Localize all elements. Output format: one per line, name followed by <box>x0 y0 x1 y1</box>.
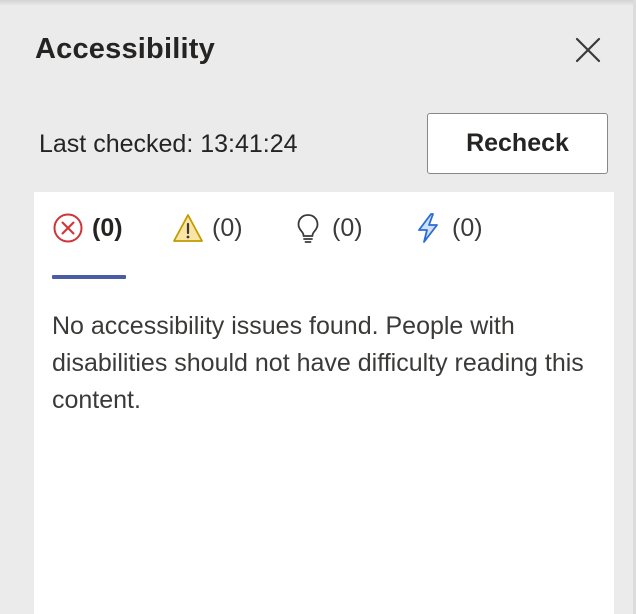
last-checked-text: Last checked: 13:41:24 <box>39 130 298 158</box>
active-tab-indicator <box>52 275 126 279</box>
close-button[interactable] <box>568 30 608 70</box>
lightbulb-icon <box>297 214 319 243</box>
no-issues-message: No accessibility issues found. People wi… <box>52 312 584 414</box>
close-icon <box>575 37 601 63</box>
tab-errors-count: (0) <box>92 214 123 242</box>
recheck-button[interactable]: Recheck <box>427 113 608 174</box>
top-shadow <box>0 0 636 6</box>
tab-warnings-count: (0) <box>212 214 243 242</box>
results-panel: (0) (0) (0) (0) No accessibility issues … <box>34 192 614 614</box>
lightning-icon <box>418 213 438 243</box>
tab-tips-count: (0) <box>332 214 363 242</box>
pane-title: Accessibility <box>35 33 215 65</box>
tab-errors[interactable]: (0) <box>52 212 123 278</box>
tab-tips[interactable]: (0) <box>292 212 363 278</box>
tab-intelligent-services-count: (0) <box>452 214 483 242</box>
warning-triangle-icon <box>173 214 203 242</box>
error-circle-icon <box>53 213 83 243</box>
tab-warnings[interactable]: (0) <box>172 212 243 278</box>
tab-intelligent-services[interactable]: (0) <box>412 212 483 278</box>
